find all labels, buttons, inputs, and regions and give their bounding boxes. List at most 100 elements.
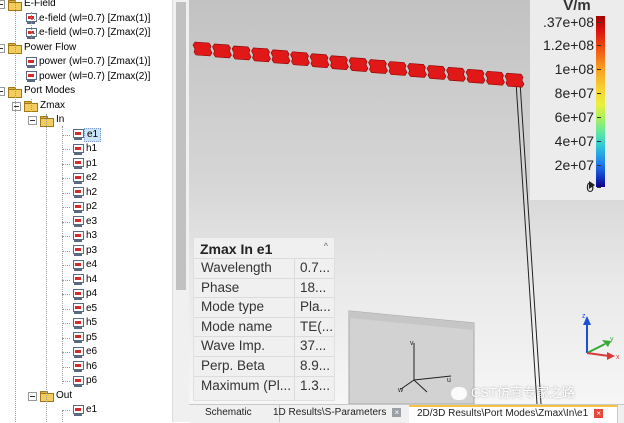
tree-item[interactable]: p5 — [71, 331, 97, 345]
collapse-toggle-icon[interactable] — [28, 116, 37, 125]
monitor-icon — [72, 216, 84, 227]
tree-connector — [46, 114, 47, 422]
tree-item[interactable]: p4 — [71, 287, 97, 301]
tree-item[interactable]: e6 — [71, 345, 97, 359]
document-tabs: Schematic 1D Results\S-Parameters × 2D/3D… — [189, 404, 624, 423]
tree-item-label: Out — [56, 389, 73, 401]
info-panel: Zmax In e1 ^ Wavelength 0.7... Phase 18... M… — [193, 237, 335, 401]
port-field-cells — [192, 41, 525, 88]
tree-item[interactable]: power (wl=0.7) [Zmax(2)] — [24, 70, 150, 84]
monitor-icon — [72, 346, 84, 358]
tree-item[interactable]: e1 — [71, 127, 102, 142]
tree-item[interactable]: e5 — [71, 302, 97, 316]
legend-tick-label: 4e+07 — [554, 133, 602, 149]
info-key: Phase — [201, 279, 240, 295]
tree-connector — [62, 352, 70, 353]
tree-item-label: h2 — [86, 186, 98, 198]
info-value: 37... — [300, 338, 327, 354]
tree-connector — [62, 250, 70, 252]
tree-item-label: h4 — [86, 273, 98, 285]
collapse-toggle-icon[interactable] — [0, 87, 5, 96]
collapse-toggle-icon[interactable] — [0, 0, 5, 9]
tree-connector — [62, 236, 70, 237]
legend-tick-label: 1e+08 — [554, 61, 602, 77]
tree-item[interactable]: h6 — [71, 360, 97, 374]
monitor-icon — [72, 158, 84, 169]
info-value: 18... — [300, 279, 327, 295]
tree-scrollbar[interactable] — [172, 0, 190, 422]
tree-item[interactable]: h3 — [71, 229, 97, 243]
info-key: Maximum (Pl... — [201, 377, 292, 393]
tree-connector — [31, 99, 32, 112]
tree-item[interactable]: e3 — [71, 215, 97, 229]
info-key: Wave Imp. — [201, 338, 266, 354]
tree-item-label: p3 — [86, 244, 98, 256]
tree-connector — [62, 410, 70, 411]
legend-tick-label: 1.2e+08 — [543, 37, 601, 53]
tree-item-label: e1 — [86, 404, 98, 415]
tree-folder[interactable]: Out — [40, 389, 72, 403]
tree-item[interactable]: e2 — [71, 171, 97, 185]
tree-item[interactable]: power (wl=0.7) [Zmax(1)] — [24, 55, 150, 69]
tree-item-label: e1 — [84, 127, 102, 142]
tree-item-label: Power Flow — [24, 41, 77, 53]
tree-connector — [62, 411, 63, 422]
info-row: Perp. Beta 8.9... — [194, 356, 334, 376]
folder-icon — [40, 115, 54, 127]
tree-item-label: p2 — [86, 201, 98, 212]
tree-item[interactable]: e1 — [71, 403, 97, 417]
tree-item[interactable]: p1 — [71, 157, 97, 171]
field-cell — [426, 65, 447, 80]
tree-item[interactable]: e4 — [71, 258, 97, 272]
svg-text:x: x — [616, 354, 620, 361]
field-cell — [290, 51, 310, 67]
tree-item[interactable]: h4 — [71, 273, 97, 287]
tab-label: 2D/3D Results\Port Modes\Zmax\In\e1 — [417, 408, 589, 419]
tree-item[interactable]: p2 — [71, 200, 97, 214]
colorbar — [596, 16, 605, 187]
info-row: Phase 18... — [194, 277, 334, 298]
tree-item-label: e6 — [86, 346, 98, 357]
tree-connector — [62, 381, 70, 382]
tree-item-label: power (wl=0.7) [Zmax(2)] — [39, 70, 151, 82]
monitor-icon — [72, 274, 84, 285]
close-icon[interactable]: × — [594, 408, 604, 418]
tree-folder[interactable]: Power Flow — [8, 41, 76, 55]
monitor-icon — [72, 303, 84, 314]
legend-tick-label: 8e+07 — [554, 85, 602, 101]
local-axis-label: w — [397, 387, 404, 394]
tree-item-label: e4 — [86, 259, 98, 270]
tree-folder[interactable]: Port Modes — [8, 84, 75, 98]
field-cell — [485, 70, 505, 86]
info-row: Maximum (Pl... 1.3... — [194, 375, 334, 396]
close-icon[interactable]: × — [392, 407, 402, 417]
tree-item-label: In — [56, 114, 65, 125]
tree-item[interactable]: h1 — [71, 142, 97, 156]
scrollbar-thumb[interactable] — [176, 2, 186, 290]
monitor-icon — [25, 56, 37, 68]
collapse-toggle-icon[interactable] — [0, 43, 5, 53]
tab-s-parameters[interactable]: 1D Results\S-Parameters × — [263, 405, 410, 422]
tree-connector — [31, 33, 39, 34]
tree-item[interactable]: p6 — [71, 374, 97, 388]
tree-item[interactable]: h5 — [71, 316, 97, 330]
tree-item-label: p4 — [86, 288, 98, 299]
local-axis-label: v — [410, 340, 414, 347]
collapse-toggle-icon[interactable] — [12, 101, 21, 111]
chevron-up-icon[interactable]: ^ — [324, 241, 328, 251]
3d-view[interactable]: v u w z y x V/m .37e+08 1.2e+08 1e+08 8e+07… — [189, 0, 624, 404]
collapse-toggle-icon[interactable] — [28, 391, 37, 401]
tab-port-mode-e1[interactable]: 2D/3D Results\Port Modes\Zmax\In\e1 × — [409, 405, 618, 423]
axis-triad-icon: z y x — [582, 313, 620, 361]
tree-item-label: p6 — [86, 375, 98, 386]
monitor-icon — [72, 129, 84, 140]
tree-item[interactable]: e-field (wl=0.7) [Zmax(2)] — [24, 26, 150, 40]
legend-tick-label: .37e+08 — [543, 14, 601, 30]
tree-item[interactable]: h2 — [71, 186, 97, 200]
tree-folder[interactable]: In — [40, 113, 64, 127]
tree-item[interactable]: p3 — [71, 244, 97, 258]
tree-item[interactable]: e-field (wl=0.7) [Zmax(1)] — [24, 12, 150, 26]
watermark-text: CST仿真专家之路 — [471, 385, 576, 400]
info-row: Mode name TE(... — [194, 316, 334, 337]
watermark: CST仿真专家之路 — [451, 382, 575, 401]
